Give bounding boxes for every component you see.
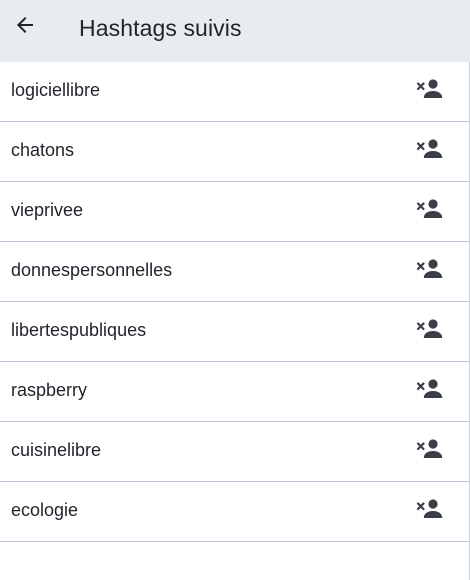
person-remove-icon [415,257,445,286]
unfollow-hashtag-button[interactable] [414,197,446,226]
unfollow-hashtag-button[interactable] [414,137,446,166]
person-remove-icon [415,317,445,346]
hashtag-list: logiciellibre chatons vieprivee donnespe… [0,62,470,542]
hashtag-label: donnespersonnelles [11,260,173,280]
person-remove-icon [415,77,445,106]
person-remove-icon [415,137,445,166]
hashtag-row[interactable]: donnespersonnelles [0,242,470,302]
hashtag-row[interactable]: ecologie [0,482,470,542]
hashtag-row[interactable]: vieprivee [0,182,470,242]
hashtag-row[interactable]: libertespubliques [0,302,470,362]
person-remove-icon [415,197,445,226]
person-remove-icon [415,437,445,466]
hashtag-label: ecologie [11,500,79,520]
unfollow-hashtag-button[interactable] [414,437,446,466]
person-remove-icon [415,377,445,406]
arrow-left-icon [13,13,37,42]
page-title: Hashtags suivis [79,15,242,41]
unfollow-hashtag-button[interactable] [414,257,446,286]
followed-hashtags-screen: Hashtags suivis logiciellibre chatons vi… [0,0,470,580]
hashtag-label: vieprivee [11,200,84,220]
person-remove-icon [415,497,445,526]
unfollow-hashtag-button[interactable] [414,77,446,106]
unfollow-hashtag-button[interactable] [414,317,446,346]
hashtag-label: libertespubliques [11,320,147,340]
app-bar: Hashtags suivis [0,0,470,62]
unfollow-hashtag-button[interactable] [414,497,446,526]
hashtag-label: cuisinelibre [11,440,102,460]
hashtag-label: raspberry [11,380,88,400]
hashtag-row[interactable]: chatons [0,122,470,182]
hashtag-label: chatons [11,140,75,160]
hashtag-row[interactable]: logiciellibre [0,62,470,122]
hashtag-label: logiciellibre [11,80,101,100]
unfollow-hashtag-button[interactable] [414,377,446,406]
hashtag-row[interactable]: cuisinelibre [0,422,470,482]
hashtag-row[interactable]: raspberry [0,362,470,422]
back-button[interactable] [9,11,41,43]
